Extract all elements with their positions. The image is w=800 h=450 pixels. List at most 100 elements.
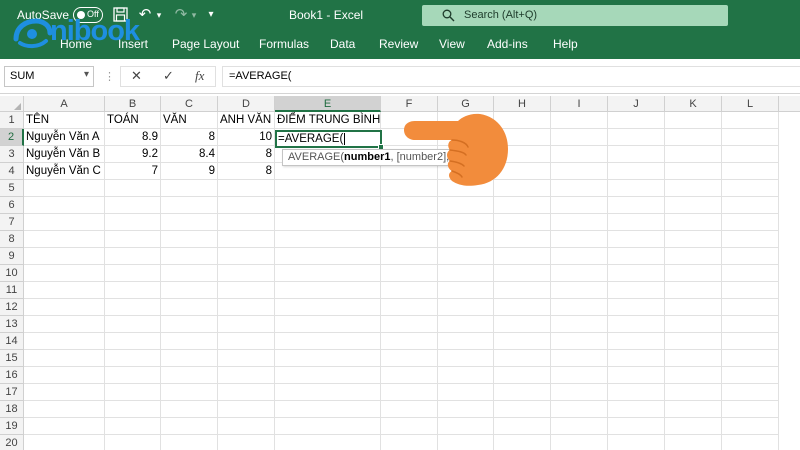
grid-cell-j15[interactable]: [608, 350, 665, 367]
grid-cell-f18[interactable]: [381, 401, 438, 418]
grid-cell-f6[interactable]: [381, 197, 438, 214]
grid-cell-d17[interactable]: [218, 384, 275, 401]
row-header-20[interactable]: 20: [0, 435, 24, 450]
grid-cell-a19[interactable]: [24, 418, 105, 435]
grid-cell-a8[interactable]: [24, 231, 105, 248]
grid-cell-b14[interactable]: [105, 333, 161, 350]
grid-cell-l6[interactable]: [722, 197, 779, 214]
grid-cell-g19[interactable]: [438, 418, 494, 435]
grid-cell-f19[interactable]: [381, 418, 438, 435]
cancel-icon[interactable]: ✕: [131, 68, 142, 84]
grid-cell-e8[interactable]: [275, 231, 381, 248]
cell-e1[interactable]: ĐIỂM TRUNG BÌNH: [275, 112, 381, 129]
grid-cell-h10[interactable]: [494, 265, 551, 282]
grid-cell-l15[interactable]: [722, 350, 779, 367]
grid-cell-j1[interactable]: [608, 112, 665, 129]
grid-cell-c16[interactable]: [161, 367, 218, 384]
grid-cell-d6[interactable]: [218, 197, 275, 214]
cell-b1[interactable]: TOÁN: [105, 112, 161, 129]
grid-cell-j4[interactable]: [608, 163, 665, 180]
grid-cell-g17[interactable]: [438, 384, 494, 401]
row-header-2[interactable]: 2: [0, 129, 24, 146]
grid-cell-i16[interactable]: [551, 367, 608, 384]
grid-cell-e11[interactable]: [275, 282, 381, 299]
grid-cell-c6[interactable]: [161, 197, 218, 214]
grid-cell-d7[interactable]: [218, 214, 275, 231]
grid-cell-h11[interactable]: [494, 282, 551, 299]
row-header-17[interactable]: 17: [0, 384, 24, 401]
grid-cell-k4[interactable]: [665, 163, 722, 180]
grid-cell-l2[interactable]: [722, 129, 779, 146]
tab-formulas[interactable]: Formulas: [259, 37, 309, 51]
grid-cell-k17[interactable]: [665, 384, 722, 401]
grid-cell-l3[interactable]: [722, 146, 779, 163]
cell-c2[interactable]: 8: [161, 129, 218, 146]
grid-cell-c11[interactable]: [161, 282, 218, 299]
grid-cell-c13[interactable]: [161, 316, 218, 333]
grid-cell-g9[interactable]: [438, 248, 494, 265]
grid-cell-a7[interactable]: [24, 214, 105, 231]
cell-c1[interactable]: VĂN: [161, 112, 218, 129]
grid-cell-j3[interactable]: [608, 146, 665, 163]
grid-cell-a14[interactable]: [24, 333, 105, 350]
grid-cell-h17[interactable]: [494, 384, 551, 401]
grid-cell-d11[interactable]: [218, 282, 275, 299]
grid-cell-j13[interactable]: [608, 316, 665, 333]
grid-cell-d19[interactable]: [218, 418, 275, 435]
grid-cell-b16[interactable]: [105, 367, 161, 384]
grid-cell-i7[interactable]: [551, 214, 608, 231]
grid-cell-c20[interactable]: [161, 435, 218, 450]
grid-cell-d5[interactable]: [218, 180, 275, 197]
grid-cell-k9[interactable]: [665, 248, 722, 265]
grid-cell-b18[interactable]: [105, 401, 161, 418]
grid-cell-g6[interactable]: [438, 197, 494, 214]
grid-cell-g11[interactable]: [438, 282, 494, 299]
grid-cell-h14[interactable]: [494, 333, 551, 350]
grid-cell-c5[interactable]: [161, 180, 218, 197]
redo-dropdown-icon[interactable]: ▾: [188, 5, 200, 25]
grid-cell-a17[interactable]: [24, 384, 105, 401]
grid-cell-h9[interactable]: [494, 248, 551, 265]
grid-cell-h19[interactable]: [494, 418, 551, 435]
formula-input[interactable]: =AVERAGE(: [222, 66, 800, 87]
grid-cell-e13[interactable]: [275, 316, 381, 333]
grid-cell-k2[interactable]: [665, 129, 722, 146]
grid-cell-a10[interactable]: [24, 265, 105, 282]
column-header-e[interactable]: E: [275, 96, 381, 112]
grid-cell-b12[interactable]: [105, 299, 161, 316]
grid-cell-d15[interactable]: [218, 350, 275, 367]
row-header-3[interactable]: 3: [0, 146, 24, 163]
grid-cell-i4[interactable]: [551, 163, 608, 180]
column-header-l[interactable]: L: [722, 96, 779, 112]
grid-cell-a18[interactable]: [24, 401, 105, 418]
grid-cell-j8[interactable]: [608, 231, 665, 248]
grid-cell-k16[interactable]: [665, 367, 722, 384]
grid-cell-j16[interactable]: [608, 367, 665, 384]
grid-cell-f10[interactable]: [381, 265, 438, 282]
grid-cell-b10[interactable]: [105, 265, 161, 282]
grid-cell-l9[interactable]: [722, 248, 779, 265]
grid-cell-g14[interactable]: [438, 333, 494, 350]
select-all-button[interactable]: [0, 96, 24, 112]
grid-cell-i18[interactable]: [551, 401, 608, 418]
grid-cell-e14[interactable]: [275, 333, 381, 350]
column-header-c[interactable]: C: [161, 96, 218, 112]
grid-cell-k13[interactable]: [665, 316, 722, 333]
grid-cell-c10[interactable]: [161, 265, 218, 282]
grid-cell-c7[interactable]: [161, 214, 218, 231]
cell-b4[interactable]: 7: [105, 163, 161, 180]
grid-cell-e9[interactable]: [275, 248, 381, 265]
grid-cell-j19[interactable]: [608, 418, 665, 435]
grid-cell-f14[interactable]: [381, 333, 438, 350]
grid-cell-c9[interactable]: [161, 248, 218, 265]
grid-cell-e18[interactable]: [275, 401, 381, 418]
grid-cell-i1[interactable]: [551, 112, 608, 129]
grid-cell-g7[interactable]: [438, 214, 494, 231]
grid-cell-a6[interactable]: [24, 197, 105, 214]
row-header-4[interactable]: 4: [0, 163, 24, 180]
row-header-11[interactable]: 11: [0, 282, 24, 299]
grid-cell-k18[interactable]: [665, 401, 722, 418]
grid-cell-g20[interactable]: [438, 435, 494, 450]
grid-cell-l18[interactable]: [722, 401, 779, 418]
grid-cell-j9[interactable]: [608, 248, 665, 265]
